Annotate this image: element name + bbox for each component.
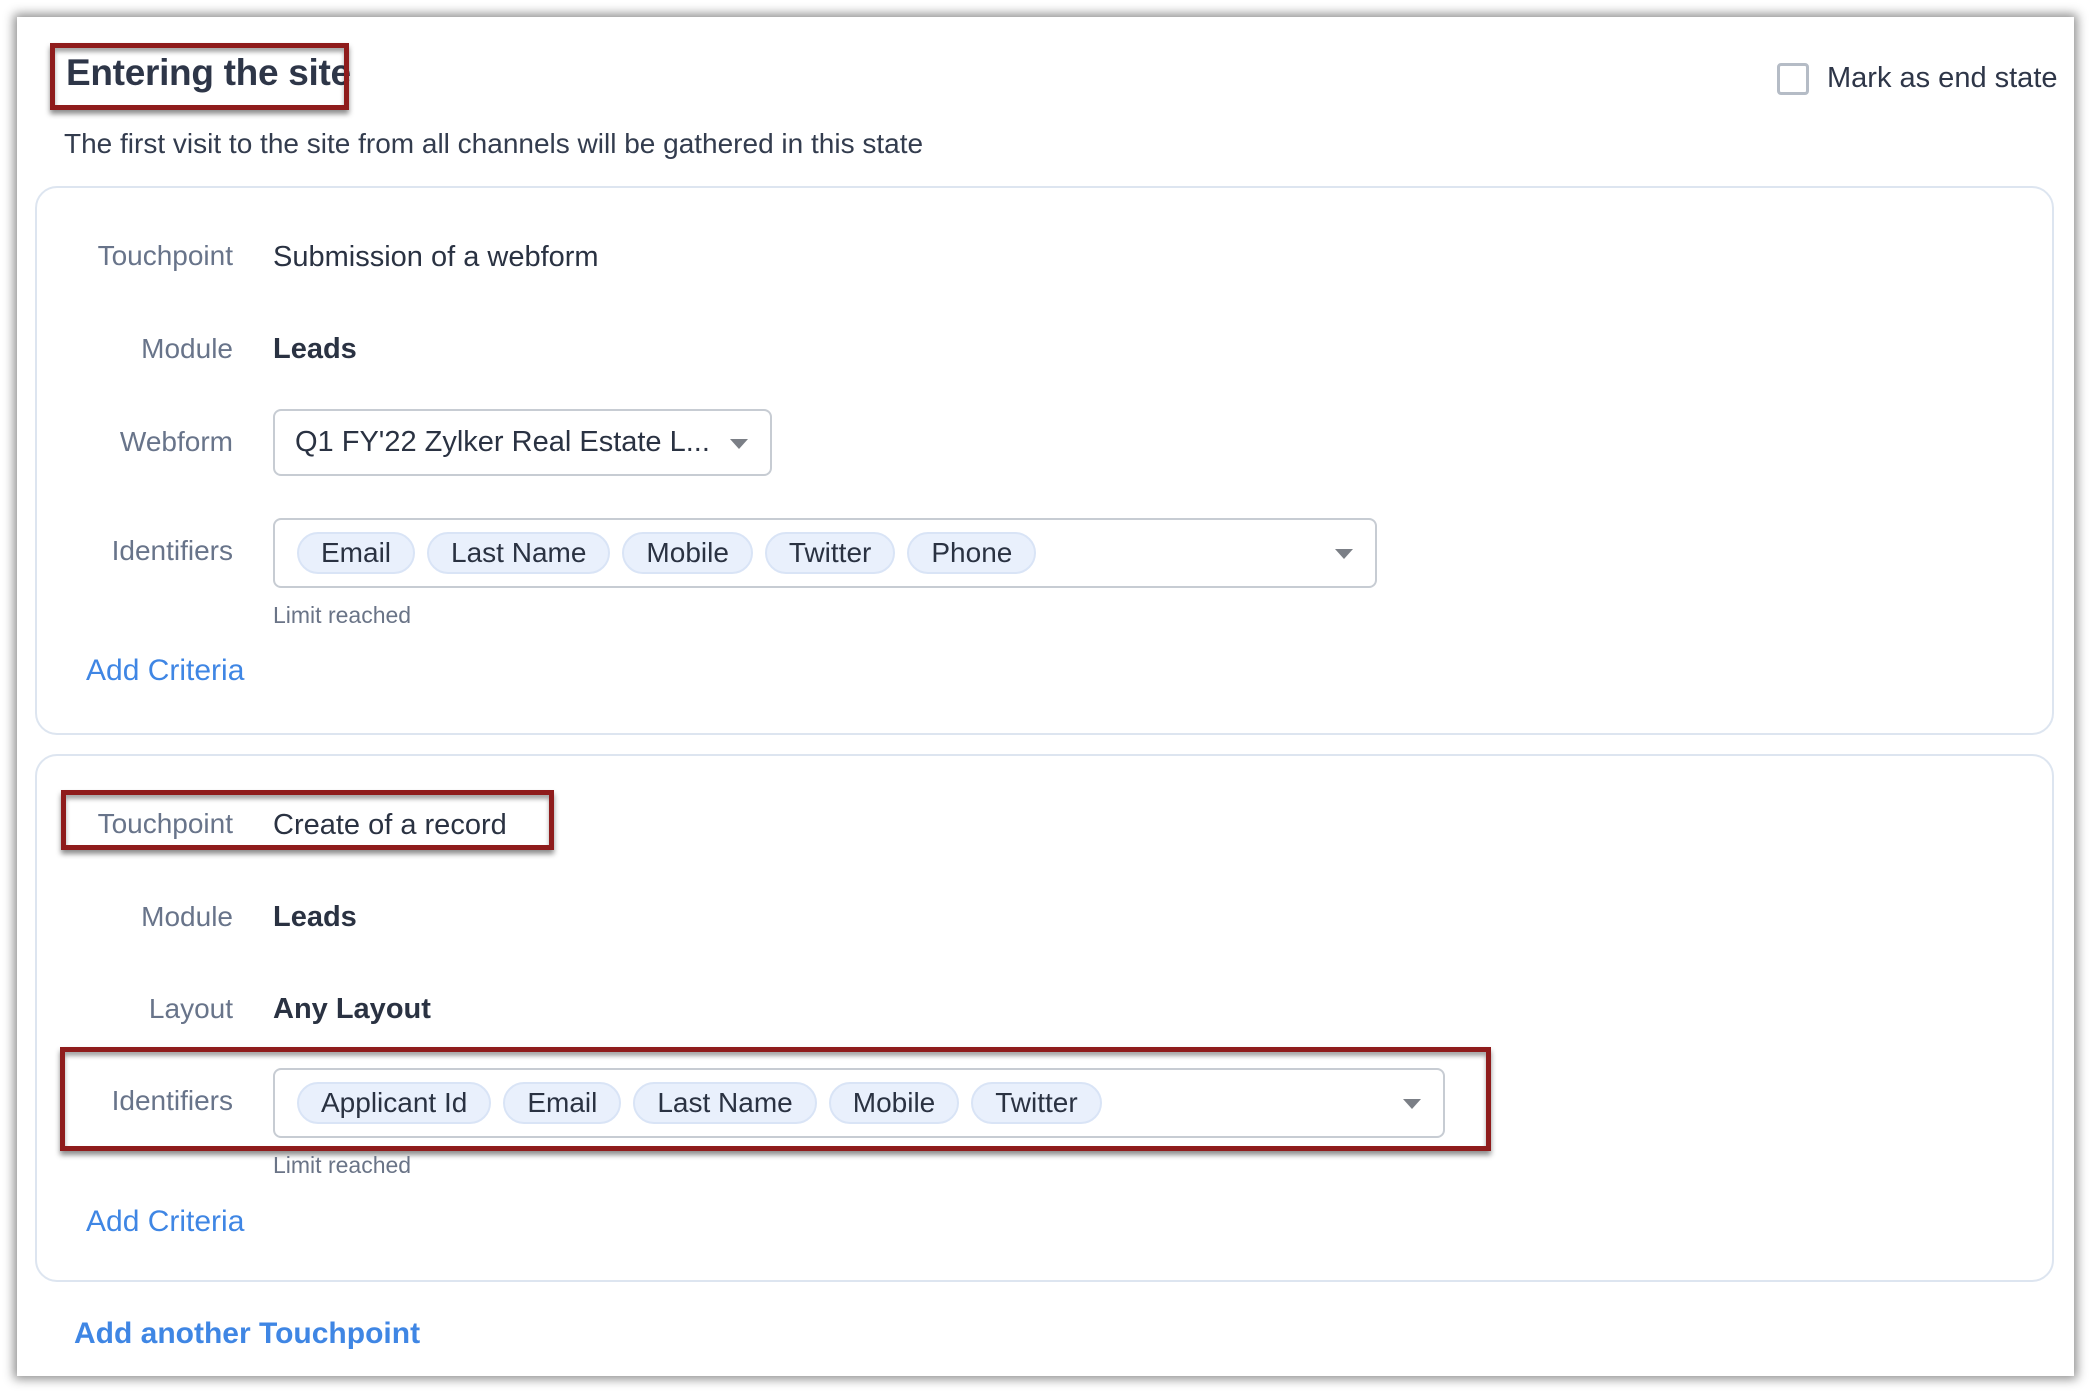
touchpoint-label: Touchpoint (97, 240, 233, 271)
state-description: The first visit to the site from all cha… (64, 128, 924, 159)
identifier-chip[interactable]: Phone (907, 532, 1037, 574)
identifier-chip[interactable]: Last Name (427, 532, 611, 574)
identifier-chip[interactable]: Email (503, 1082, 622, 1124)
chevron-down-icon[interactable] (1403, 1099, 1421, 1109)
mark-end-state[interactable]: Mark as end state (1777, 62, 2058, 95)
layout-value: Any Layout (273, 993, 431, 1025)
chevron-down-icon[interactable] (1335, 549, 1353, 559)
identifier-chip[interactable]: Last Name (633, 1082, 817, 1124)
identifier-chip[interactable]: Mobile (622, 532, 753, 574)
identifier-chips: Email Last Name Mobile Twitter Phone (275, 532, 1037, 574)
add-criteria-link[interactable]: Add Criteria (86, 654, 244, 688)
identifier-chip[interactable]: Twitter (764, 532, 896, 574)
end-state-checkbox[interactable] (1777, 62, 1809, 95)
identifier-chip[interactable]: Mobile (828, 1082, 960, 1124)
module-label: Module (141, 901, 233, 932)
webform-selected-value: Q1 FY'22 Zylker Real Estate L... (295, 426, 710, 458)
layout-label: Layout (148, 993, 233, 1024)
identifier-chip[interactable]: Email (297, 532, 416, 574)
identifiers-multiselect[interactable]: Applicant Id Email Last Name Mobile Twit… (273, 1068, 1445, 1138)
identifiers-label: Identifiers (111, 535, 233, 566)
state-title: Entering the site (66, 52, 351, 93)
identifier-chip[interactable]: Applicant Id (297, 1082, 492, 1124)
end-state-label: Mark as end state (1827, 62, 2058, 94)
module-label: Module (141, 333, 233, 364)
webform-select[interactable]: Q1 FY'22 Zylker Real Estate L... (273, 409, 772, 476)
chevron-down-icon[interactable] (730, 438, 748, 449)
identifiers-limit-hint: Limit reached (273, 602, 412, 628)
webform-label: Webform (119, 426, 233, 457)
identifiers-multiselect[interactable]: Email Last Name Mobile Twitter Phone (273, 518, 1377, 588)
touchpoint-value: Create of a record (273, 809, 507, 841)
identifiers-label: Identifiers (111, 1085, 233, 1116)
touchpoint-value: Submission of a webform (273, 241, 599, 273)
module-value: Leads (273, 901, 357, 933)
identifier-chip[interactable]: Twitter (971, 1082, 1102, 1124)
identifiers-limit-hint: Limit reached (273, 1152, 412, 1178)
add-another-touchpoint-link[interactable]: Add another Touchpoint (74, 1317, 420, 1351)
touchpoint-label: Touchpoint (97, 808, 233, 839)
module-value: Leads (273, 333, 357, 365)
identifier-chips: Applicant Id Email Last Name Mobile Twit… (275, 1082, 1102, 1124)
add-criteria-link[interactable]: Add Criteria (86, 1205, 244, 1239)
